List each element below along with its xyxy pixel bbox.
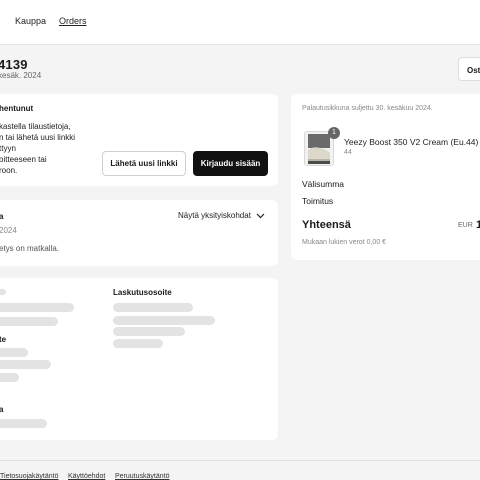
status-message: etys on matkalla. — [0, 244, 60, 253]
notice-line-1: kastella tilaustietoja, — [0, 122, 71, 131]
total-label: Yhteensä — [302, 219, 351, 231]
chevron-down-icon — [256, 213, 265, 219]
skeleton-line — [0, 317, 58, 326]
tax-note: Mukaan lukien verot 0,00 € — [302, 239, 387, 246]
billing-address-label: Laskutusosoite — [113, 288, 172, 297]
subtotal-label: Välisumma — [302, 179, 345, 189]
send-new-link-button[interactable]: Lähetä uusi linkki — [102, 151, 186, 176]
skeleton-line — [113, 316, 215, 325]
skeleton-line — [113, 327, 185, 336]
show-details-label: Näytä yksityiskohdat — [178, 211, 251, 220]
currency-code: EUR — [458, 222, 473, 229]
skeleton-line — [0, 360, 51, 369]
show-details-toggle[interactable]: Näytä yksityiskohdat — [178, 211, 265, 220]
footer-link-terms[interactable]: Käyttöehdot — [68, 473, 105, 480]
product-name: Yeezy Boost 350 V2 Cream (Eu.44) — [344, 137, 479, 147]
skeleton-left-heading — [0, 289, 6, 295]
nav-link-orders[interactable]: Orders — [59, 16, 87, 26]
shipping-label: Toimitus — [302, 196, 334, 206]
footer-link-refund[interactable]: Peruutuskäytäntö — [115, 473, 169, 480]
nav-link-shop[interactable]: Kauppa — [15, 16, 46, 26]
skeleton-line — [0, 348, 28, 357]
status-date: 2024 — [0, 226, 17, 235]
address-label-2: te — [0, 335, 7, 344]
notice-title: hentunut — [0, 104, 34, 113]
footer-link-privacy[interactable]: Tietosuojakäytäntö — [0, 473, 59, 480]
notice-line-4: oitteeseen tai — [0, 155, 47, 164]
quantity-badge: 1 — [328, 127, 340, 139]
notice-line-5: roon. — [0, 166, 18, 175]
skeleton-line — [0, 419, 47, 428]
order-number: 4139 — [0, 57, 28, 72]
notice-line-3: ttyyn — [0, 144, 16, 153]
top-navigation-bar: Kauppa Orders — [0, 0, 480, 45]
address-label-3: a — [0, 405, 4, 414]
notice-line-2: n tai lähetä uusi linkki — [0, 133, 76, 142]
footer-divider — [0, 460, 480, 461]
order-date: kesäk. 2024 — [0, 71, 42, 80]
order-summary-card — [291, 94, 480, 260]
skeleton-line — [0, 303, 74, 312]
return-window-note: Palautusikkuna suljettu 30. kesäkuu 2024… — [302, 105, 433, 112]
product-size: 44 — [344, 149, 352, 156]
skeleton-line — [113, 303, 193, 312]
login-button[interactable]: Kirjaudu sisään — [193, 151, 268, 176]
status-title: a — [0, 212, 4, 221]
skeleton-line — [113, 339, 163, 348]
order-status-card — [0, 200, 278, 266]
buy-again-button[interactable]: Ostä — [458, 57, 480, 81]
total-value: 1 — [476, 219, 480, 231]
skeleton-line — [0, 373, 19, 382]
